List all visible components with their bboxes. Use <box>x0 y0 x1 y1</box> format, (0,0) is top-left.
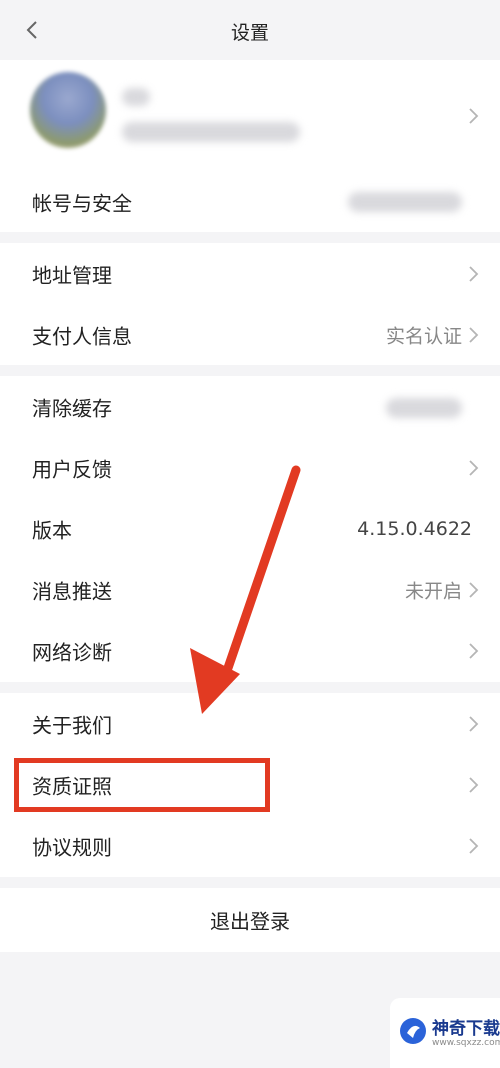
address-management-row[interactable]: 地址管理 <box>0 243 500 304</box>
chevron-right-icon <box>469 326 479 343</box>
clear-cache-row[interactable]: 清除缓存 <box>0 376 500 437</box>
profile-group: 帐号与安全 <box>0 60 500 232</box>
about-us-row[interactable]: 关于我们 <box>0 693 500 754</box>
profile-name-blurred <box>122 88 150 106</box>
network-diagnosis-label: 网络诊断 <box>32 640 112 664</box>
logout-button[interactable]: 退出登录 <box>0 888 500 952</box>
avatar <box>30 72 106 148</box>
watermark-name: 神奇下载 <box>432 1019 500 1039</box>
payer-info-label: 支付人信息 <box>32 324 132 348</box>
chevron-right-icon <box>469 776 479 793</box>
push-notification-value: 未开启 <box>404 580 462 602</box>
page-title: 设置 <box>230 22 269 44</box>
network-diagnosis-row[interactable]: 网络诊断 <box>0 620 500 681</box>
clear-cache-label: 清除缓存 <box>32 396 112 420</box>
chevron-right-icon <box>469 459 479 476</box>
watermark-url: www.sqxzz.com <box>432 1038 500 1048</box>
feedback-label: 用户反馈 <box>32 457 112 481</box>
watermark: 神奇下载 www.sqxzz.com <box>390 998 500 1068</box>
chevron-right-icon <box>469 715 479 732</box>
chevron-right-icon <box>469 265 479 282</box>
profile-id-blurred <box>122 122 300 142</box>
logout-label: 退出登录 <box>210 909 290 934</box>
chevron-right-icon <box>469 581 479 598</box>
push-notification-row[interactable]: 消息推送 未开启 <box>0 559 500 620</box>
chevron-right-icon <box>469 837 479 854</box>
account-security-label: 帐号与安全 <box>32 191 132 216</box>
push-notification-label: 消息推送 <box>32 579 112 603</box>
agreement-label: 协议规则 <box>32 835 112 859</box>
version-label: 版本 <box>32 518 72 542</box>
chevron-right-icon <box>469 108 479 124</box>
top-nav-bar: 设置 <box>0 0 500 60</box>
license-row[interactable]: 资质证照 <box>0 754 500 815</box>
profile-row[interactable] <box>0 60 500 172</box>
feedback-row[interactable]: 用户反馈 <box>0 437 500 498</box>
agreement-row[interactable]: 协议规则 <box>0 815 500 876</box>
address-management-label: 地址管理 <box>32 263 112 287</box>
payer-info-row[interactable]: 支付人信息 实名认证 <box>0 304 500 365</box>
account-security-row[interactable]: 帐号与安全 <box>0 172 500 232</box>
about-group: 关于我们 资质证照 协议规则 <box>0 693 500 877</box>
payer-info-value: 实名认证 <box>385 325 462 347</box>
system-group: 清除缓存 用户反馈 版本 4.15.0.4622 消息推送 未开启 网络诊断 <box>0 376 500 682</box>
about-us-label: 关于我们 <box>32 713 112 737</box>
version-row: 版本 4.15.0.4622 <box>0 498 500 559</box>
chevron-right-icon <box>469 642 479 659</box>
account-value-blurred <box>348 192 462 212</box>
watermark-logo-icon <box>400 1018 426 1044</box>
cache-size-blurred <box>386 398 462 418</box>
address-group: 地址管理 支付人信息 实名认证 <box>0 243 500 365</box>
version-value: 4.15.0.4622 <box>357 517 472 540</box>
license-label: 资质证照 <box>32 774 112 798</box>
